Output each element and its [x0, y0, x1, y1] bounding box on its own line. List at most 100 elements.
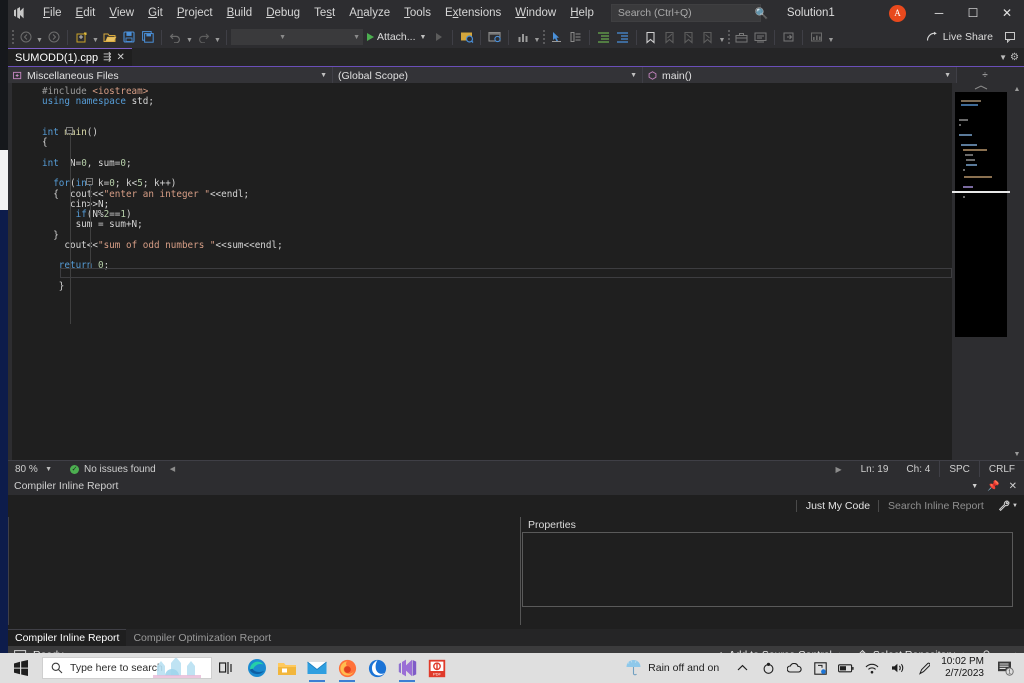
pointer-icon[interactable] — [547, 27, 566, 47]
object-browser-icon[interactable] — [779, 27, 798, 47]
office-icon[interactable] — [362, 653, 392, 683]
indent-icon[interactable] — [594, 27, 613, 47]
chevron-down-icon[interactable]: ▼ — [1012, 503, 1018, 509]
properties-window-icon[interactable] — [485, 27, 504, 47]
menu-test[interactable]: Test — [307, 0, 342, 26]
save-icon[interactable] — [119, 27, 138, 47]
collapse-region-main[interactable]: − — [66, 127, 73, 134]
undo-dropdown[interactable]: ▼ — [185, 27, 194, 47]
account-avatar[interactable]: A — [889, 4, 906, 22]
pin-icon[interactable]: ⇶ — [103, 52, 111, 63]
chevron-down-icon[interactable]: ▼ — [630, 72, 637, 79]
chevron-down-icon[interactable]: ▼ — [320, 72, 327, 79]
bookmark-icon[interactable] — [641, 27, 660, 47]
global-search-box[interactable]: 🔍 — [610, 4, 769, 22]
close-icon[interactable]: ✕ — [117, 52, 125, 63]
issues-indicator[interactable]: ✓ No issues found — [70, 464, 156, 475]
minimap-canvas[interactable] — [952, 92, 1010, 337]
search-input[interactable] — [617, 7, 753, 19]
properties-list-icon[interactable] — [566, 27, 585, 47]
error-list-icon[interactable] — [751, 27, 770, 47]
mail-icon[interactable] — [302, 653, 332, 683]
solution-configuration-combo[interactable]: ▼ — [231, 29, 289, 45]
redo-dropdown[interactable]: ▼ — [213, 27, 222, 47]
new-project-icon[interactable] — [72, 27, 91, 47]
clear-bookmarks-icon[interactable] — [698, 27, 717, 47]
menu-tools[interactable]: Tools — [397, 0, 438, 26]
code-minimap[interactable] — [952, 83, 1010, 460]
zoom-level-dropdown[interactable]: 80 % ▼ — [10, 462, 56, 477]
close-icon[interactable]: ✕ — [1009, 481, 1017, 492]
menu-git[interactable]: Git — [141, 0, 170, 26]
gear-icon[interactable]: ⚙ — [1010, 52, 1019, 63]
wrench-icon[interactable]: ▼ — [998, 500, 1018, 512]
code-metrics-dropdown[interactable]: ▼ — [826, 27, 835, 47]
source-code[interactable]: #include <iostream> using namespace std;… — [34, 83, 952, 292]
menu-window[interactable]: Window — [508, 0, 563, 26]
code-text-view[interactable]: − − #include <iostream> using namespace … — [34, 83, 952, 460]
taskbar-clock[interactable]: 10:02 PM 2/7/2023 — [937, 656, 992, 680]
chevron-down-icon[interactable]: ▼ — [944, 72, 951, 79]
toolbox-icon[interactable] — [732, 27, 751, 47]
weather-widget[interactable]: Rain off and on — [625, 659, 729, 677]
maximize-button[interactable]: ☐ — [956, 0, 990, 26]
minimap-viewport-marker[interactable] — [952, 191, 1010, 193]
edge-icon[interactable] — [242, 653, 272, 683]
project-scope-dropdown[interactable]: Miscellaneous Files ▼ — [8, 67, 333, 84]
close-button[interactable]: ✕ — [990, 0, 1024, 26]
document-tab-sumodd[interactable]: SUMODD(1).cpp ⇶ ✕ — [8, 48, 132, 66]
network-icon[interactable] — [859, 653, 885, 683]
menu-file[interactable]: File — [36, 0, 69, 26]
inline-report-search-input[interactable]: Search Inline Report — [878, 500, 990, 512]
visual-studio-icon[interactable] — [392, 653, 422, 683]
inline-report-list[interactable] — [8, 517, 520, 625]
outdent-icon[interactable] — [613, 27, 632, 47]
menu-build[interactable]: Build — [220, 0, 260, 26]
notification-center-button[interactable]: 1 — [992, 653, 1020, 683]
editor-gutter[interactable] — [12, 83, 34, 460]
menu-edit[interactable]: Edit — [69, 0, 103, 26]
navigate-backward-dropdown[interactable]: ▼ — [35, 27, 44, 47]
bookmark-dropdown[interactable]: ▼ — [717, 27, 726, 47]
chevron-down-icon[interactable]: ▼ — [420, 34, 427, 41]
onedrive-sync-icon[interactable] — [755, 653, 781, 683]
collapse-region-for[interactable]: − — [86, 178, 93, 185]
spaces-indicator[interactable]: SPC — [939, 460, 979, 478]
minimize-button[interactable]: ─ — [922, 0, 956, 26]
pin-icon[interactable]: 📌 — [987, 481, 999, 492]
taskbar-search-box[interactable]: Type here to search — [42, 657, 212, 679]
next-bookmark-icon[interactable] — [679, 27, 698, 47]
tab-compiler-inline-report[interactable]: Compiler Inline Report — [8, 629, 127, 646]
scroll-down-icon[interactable]: ▼ — [1010, 448, 1024, 460]
undo-icon[interactable] — [166, 27, 185, 47]
member-scope-dropdown[interactable]: main() ▼ — [643, 67, 957, 84]
new-project-dropdown[interactable]: ▼ — [91, 27, 100, 47]
code-metrics-icon[interactable] — [807, 27, 826, 47]
issues-prev-icon[interactable]: ◀ — [170, 465, 175, 473]
menu-project[interactable]: Project — [170, 0, 220, 26]
scroll-up-icon[interactable]: ▲ — [1010, 83, 1024, 95]
chevron-down-icon[interactable]: ▼ — [45, 466, 52, 473]
menu-analyze[interactable]: Analyze — [342, 0, 397, 26]
live-share-button[interactable]: Live Share — [918, 26, 1001, 48]
split-window-icon[interactable]: ÷ — [957, 67, 1013, 83]
volume-icon[interactable] — [885, 653, 911, 683]
chart-icon[interactable] — [513, 27, 532, 47]
menu-debug[interactable]: Debug — [259, 0, 307, 26]
menu-help[interactable]: Help — [563, 0, 601, 26]
file-explorer-icon[interactable] — [272, 653, 302, 683]
menu-extensions[interactable]: Extensions — [438, 0, 508, 26]
issues-next-icon[interactable]: ▶ — [825, 465, 851, 474]
line-endings-indicator[interactable]: CRLF — [978, 460, 1024, 478]
chevron-down-icon[interactable]: ▼ — [971, 483, 978, 490]
chevron-down-icon[interactable]: ▼ — [999, 53, 1007, 62]
global-scope-dropdown[interactable]: (Global Scope) ▼ — [333, 67, 643, 84]
tab-compiler-optimization-report[interactable]: Compiler Optimization Report — [126, 629, 278, 646]
windows-start-icon[interactable] — [0, 653, 42, 683]
battery-icon[interactable] — [833, 653, 859, 683]
pdf-reader-icon[interactable]: PDF — [422, 653, 452, 683]
solution-platform-combo[interactable]: ▼ — [289, 29, 363, 45]
editor-vertical-scrollbar[interactable]: ▲ ▼ — [1010, 83, 1024, 460]
navigate-forward-icon[interactable] — [44, 27, 63, 47]
feedback-icon[interactable] — [1001, 27, 1020, 47]
